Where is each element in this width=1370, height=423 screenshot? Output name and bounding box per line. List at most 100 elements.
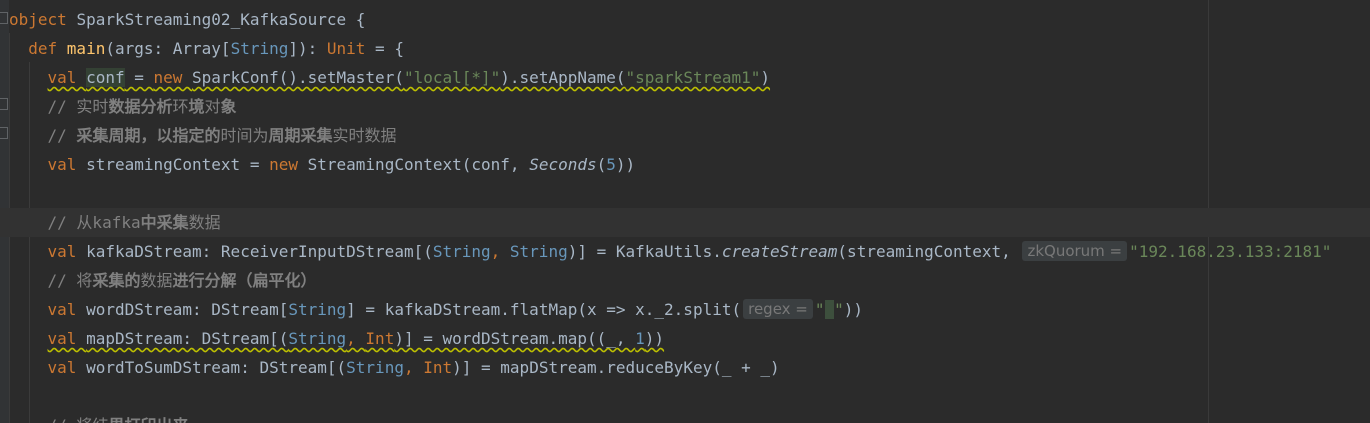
code-token: 1	[635, 329, 645, 348]
code-token: wordToSumDStream: DStream[(	[86, 358, 347, 377]
code-token: new	[269, 155, 308, 174]
code-line-kafka-val[interactable]: val kafkaDStream: ReceiverInputDStream[(…	[9, 237, 1331, 266]
code-line-comment-4[interactable]: // 将采集的数据进行分解（扁平化）	[9, 266, 317, 295]
code-token: "sparkStream1"	[625, 68, 761, 87]
code-line-comment-1[interactable]: // 实时数据分析环境对象	[9, 92, 237, 121]
code-token: Seconds	[529, 155, 597, 174]
code-token: val	[47, 155, 87, 174]
code-token: )] = mapDStream.reduceByKey(_ + _)	[452, 358, 780, 377]
code-token: 数据	[140, 271, 173, 290]
fold-marker-icon[interactable]	[0, 12, 8, 24]
code-line-comment-2[interactable]: // 采集周期，以指定的时间为周期采集实时数据	[9, 121, 397, 150]
code-token: ,	[403, 358, 424, 377]
code-token: "local[*]"	[403, 68, 501, 87]
code-line-ssc-val[interactable]: val streamingContext = new StreamingCont…	[9, 150, 636, 179]
code-token: val	[47, 242, 87, 261]
code-token: SparkStreaming02_KafkaSource {	[76, 10, 366, 29]
code-line-main-def[interactable]: def main(args: Array[String]): Unit = {	[9, 34, 404, 63]
code-token: 采集的	[92, 271, 141, 290]
code-token: main	[66, 39, 106, 58]
code-token: 数据分析	[108, 97, 173, 116]
code-token: def	[9, 39, 67, 58]
code-token: createStream	[721, 242, 838, 261]
code-token: 境	[188, 97, 205, 116]
code-token: 进行分解（扁平化）	[172, 271, 317, 290]
code-token: StreamingContext(conf,	[307, 155, 530, 174]
code-token: 实时数据	[332, 126, 397, 145]
fold-marker-icon[interactable]	[0, 98, 8, 110]
code-token: "192.168.23.133:2181"	[1129, 242, 1332, 261]
code-token: Int	[423, 358, 453, 377]
code-token: // 将结	[9, 416, 109, 423]
code-token: 对	[204, 97, 221, 116]
code-editor[interactable]: object SparkStreaming02_KafkaSource { de…	[0, 0, 1370, 423]
code-token: ).setAppName(	[500, 68, 626, 87]
code-token: ))	[843, 300, 864, 319]
code-token: 环	[172, 97, 189, 116]
code-token: 采集周期，以指定的	[76, 126, 221, 145]
fold-marker-icon[interactable]	[0, 127, 8, 139]
code-token: (	[596, 155, 607, 174]
code-token: 中采集	[140, 213, 189, 232]
code-line-conf-val[interactable]: val conf = new SparkConf().setMaster("lo…	[9, 63, 770, 92]
code-line-map-val[interactable]: val mapDStream: DStream[(String, Int)] =…	[9, 324, 665, 353]
code-token: String	[230, 39, 289, 58]
code-token: Int	[365, 329, 395, 348]
code-token: (args: Array[	[105, 39, 231, 58]
code-token: // 实时	[9, 97, 109, 116]
code-token: = {	[365, 39, 404, 58]
code-token: mapDStream: DStream[(	[86, 329, 289, 348]
code-token: // 将	[9, 271, 93, 290]
code-token: // 从kafka	[9, 213, 141, 232]
code-token: 数据	[188, 213, 221, 232]
code-token: streamingContext =	[86, 155, 270, 174]
code-token: )	[760, 68, 771, 87]
code-token: )] = KafkaUtils.	[567, 242, 722, 261]
code-token: ,	[346, 329, 366, 348]
code-token: ,	[490, 242, 510, 261]
code-token: 象	[220, 97, 237, 116]
code-token: kafkaDStream: ReceiverInputDStream[(	[86, 242, 433, 261]
code-token: new	[153, 68, 193, 87]
parameter-hint: zkQuorum =	[1022, 241, 1128, 261]
code-token: SparkConf().setMaster(	[192, 68, 404, 87]
code-token: =	[124, 68, 154, 87]
code-token: 果打印出来	[108, 416, 188, 423]
code-line-object-decl[interactable]: object SparkStreaming02_KafkaSource {	[9, 5, 365, 34]
code-token: 周期采集	[268, 126, 333, 145]
code-token: String	[288, 329, 347, 348]
code-token: ] = kafkaDStream.flatMap(x => x._2.split…	[346, 300, 742, 319]
code-token: object	[9, 10, 77, 29]
code-line-sum-val[interactable]: val wordToSumDStream: DStream[(String, I…	[9, 353, 780, 382]
code-token: "	[814, 300, 825, 319]
code-token: ))	[644, 329, 665, 348]
code-token: )] = wordDStream.map((_,	[394, 329, 636, 348]
code-token: val	[47, 358, 87, 377]
code-line-comment-5[interactable]: // 将结果打印出来	[9, 411, 189, 423]
code-token: "	[834, 300, 844, 319]
code-token: val	[47, 300, 87, 319]
code-token: (streamingContext,	[837, 242, 1021, 261]
code-token: 5	[606, 155, 616, 174]
code-token: wordDStream: DStream[	[86, 300, 289, 319]
code-token: String	[288, 300, 347, 319]
code-token: String	[346, 358, 404, 377]
code-token: ]):	[288, 39, 327, 58]
code-line-comment-3[interactable]: // 从kafka中采集数据	[0, 208, 1370, 237]
code-token: val	[47, 68, 87, 87]
code-token: //	[9, 126, 77, 145]
code-token: 时间为	[220, 126, 269, 145]
code-line-word-val[interactable]: val wordDStream: DStream[String] = kafka…	[9, 295, 863, 324]
code-token: ))	[615, 155, 636, 174]
code-token: val	[47, 329, 87, 348]
code-token: String	[432, 242, 491, 261]
code-token: conf	[86, 68, 125, 87]
code-token: String	[509, 242, 568, 261]
code-token	[824, 300, 835, 319]
parameter-hint: regex =	[743, 299, 813, 319]
